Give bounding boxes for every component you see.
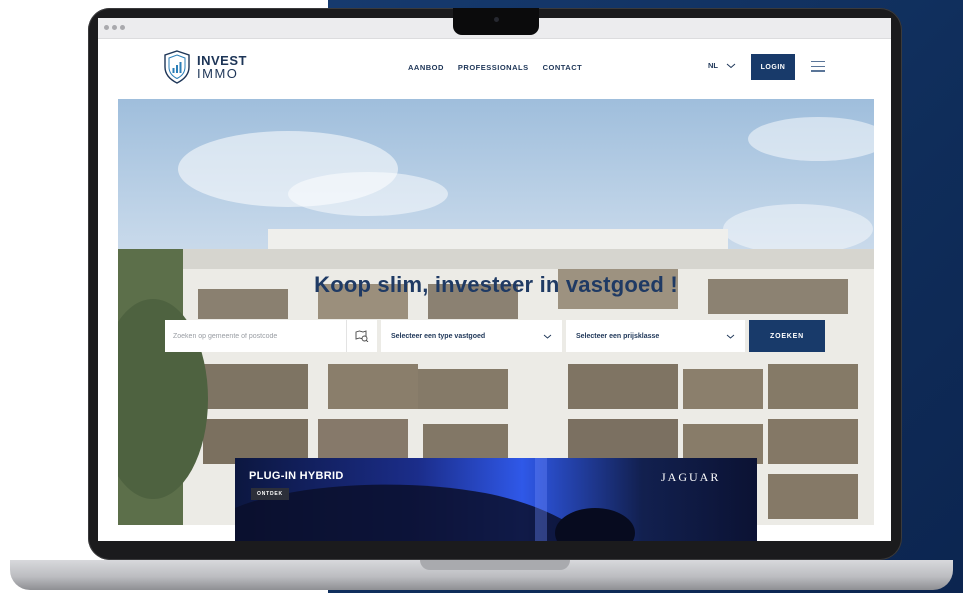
map-search-button[interactable] (346, 320, 377, 352)
logo-text: INVEST IMMO (197, 54, 247, 80)
hamburger-menu-icon[interactable] (811, 61, 825, 72)
location-search-input[interactable] (165, 320, 346, 352)
site-logo[interactable]: INVEST IMMO (163, 50, 247, 84)
map-icon (355, 330, 369, 342)
ad-title: PLUG-IN HYBRID (249, 470, 344, 482)
language-label: NL (708, 61, 718, 70)
property-type-value: Selecteer een type vastgoed (391, 332, 486, 340)
site-header: INVEST IMMO AANBOD PROFESSIONALS CONTACT… (98, 39, 891, 99)
laptop-base-notch (420, 560, 570, 570)
price-range-select[interactable]: Selecteer een prijsklasse (566, 320, 745, 352)
ad-banner[interactable]: PLUG-IN HYBRID ONTDEK JAGUAR (235, 458, 757, 541)
chevron-down-icon (726, 63, 736, 68)
laptop-screen: INVEST IMMO AANBOD PROFESSIONALS CONTACT… (98, 18, 891, 541)
chevron-down-icon (543, 334, 552, 339)
language-selector[interactable]: NL (708, 61, 736, 70)
shield-logo-icon (164, 50, 190, 84)
main-nav: AANBOD PROFESSIONALS CONTACT (408, 63, 582, 72)
search-bar: Selecteer een type vastgoed Selecteer ee… (165, 320, 825, 352)
property-type-select[interactable]: Selecteer een type vastgoed (381, 320, 562, 352)
login-button[interactable]: LOGIN (751, 54, 795, 80)
camera-icon (494, 17, 499, 22)
ad-brand-logo: JAGUAR (661, 470, 721, 484)
window-minimize-dot[interactable] (112, 25, 117, 30)
nav-contact[interactable]: CONTACT (543, 63, 583, 72)
nav-aanbod[interactable]: AANBOD (408, 63, 444, 72)
logo-line2: IMMO (197, 66, 239, 81)
price-range-value: Selecteer een prijsklasse (576, 332, 660, 340)
hero-title: Koop slim, investeer in vastgoed ! (314, 272, 678, 297)
nav-professionals[interactable]: PROFESSIONALS (458, 63, 529, 72)
chevron-down-icon (726, 334, 735, 339)
laptop-notch (453, 8, 539, 35)
window-close-dot[interactable] (104, 25, 109, 30)
ad-discover-button[interactable]: ONTDEK (251, 488, 289, 500)
window-zoom-dot[interactable] (120, 25, 125, 30)
search-button[interactable]: ZOEKEN (749, 320, 825, 352)
